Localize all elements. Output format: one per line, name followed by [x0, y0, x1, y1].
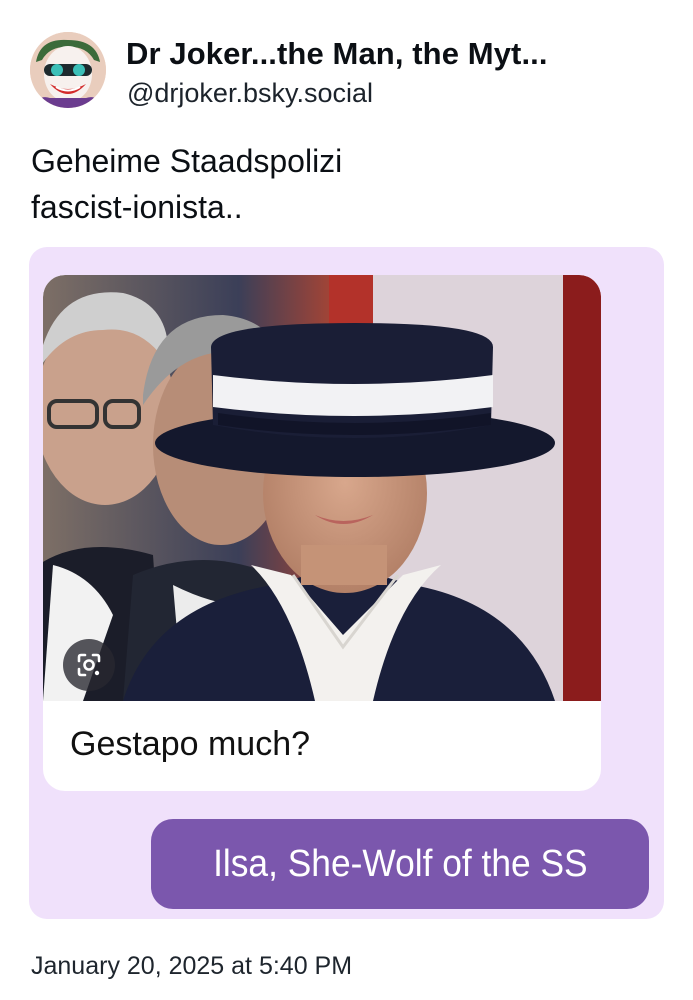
author-handle[interactable]: @drjoker.bsky.social	[127, 78, 373, 109]
photo-image	[43, 275, 601, 701]
post-text: Geheime Staadspolizi fascist-ionista..	[31, 138, 651, 230]
embedded-image-card[interactable]: Gestapo much? Ilsa, She-Wolf of the SS	[29, 247, 664, 919]
visual-search-button[interactable]	[63, 639, 115, 691]
sent-message-text: Ilsa, She-Wolf of the SS	[212, 842, 588, 885]
lens-search-icon	[77, 653, 101, 677]
author-avatar[interactable]	[30, 32, 106, 108]
post: Dr Joker...the Man, the Myt... @drjoker.…	[0, 0, 693, 1000]
joker-avatar-icon	[30, 32, 106, 108]
author-display-name[interactable]: Dr Joker...the Man, the Myt...	[126, 36, 666, 72]
post-timestamp: January 20, 2025 at 5:40 PM	[31, 952, 353, 980]
sent-message-bubble: Ilsa, She-Wolf of the SS	[151, 819, 649, 909]
received-message-caption: Gestapo much?	[70, 725, 311, 763]
post-text-line: fascist-ionista..	[31, 189, 243, 225]
received-message-bubble: Gestapo much?	[43, 275, 601, 791]
message-photo	[43, 275, 601, 701]
post-text-line: Geheime Staadspolizi	[31, 143, 343, 179]
